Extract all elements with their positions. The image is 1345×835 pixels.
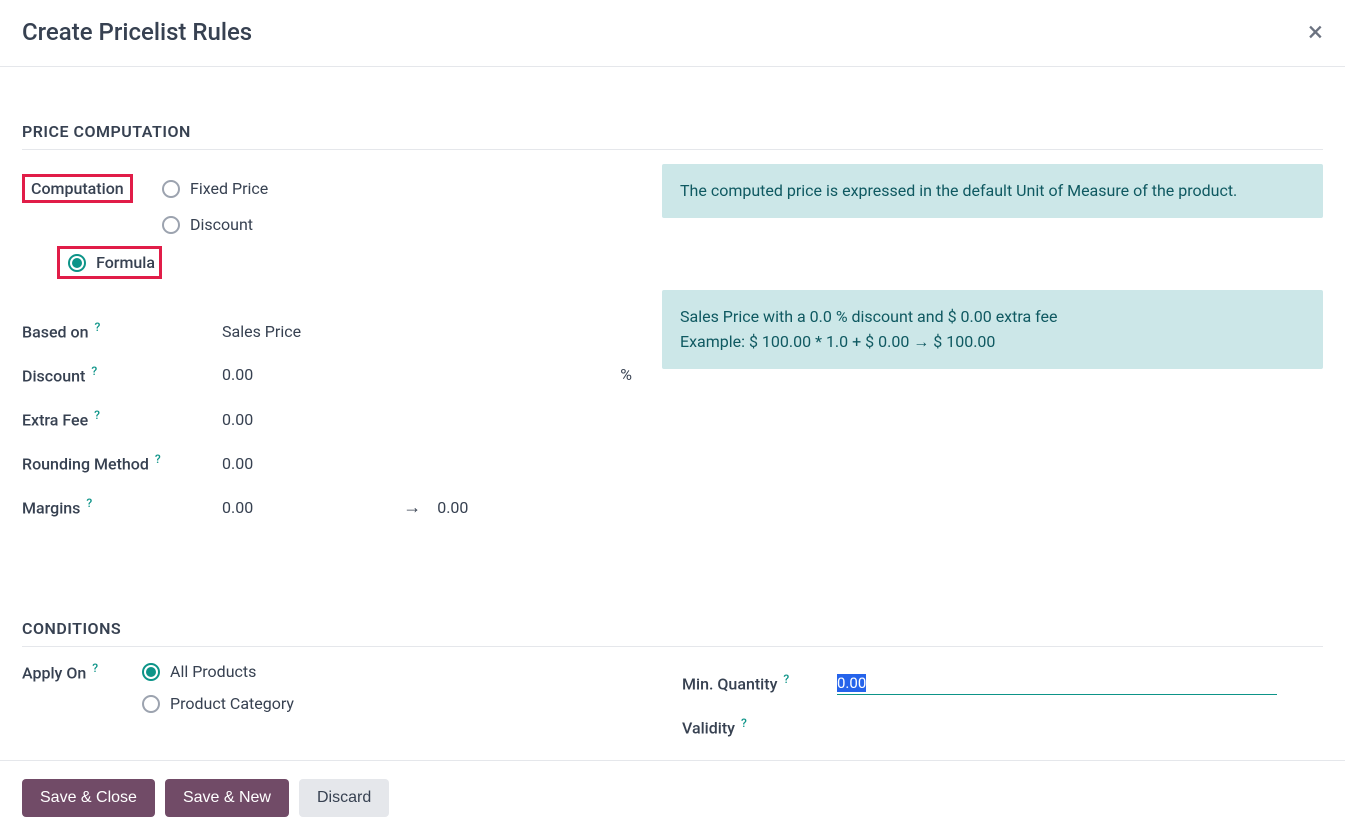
arrow-right-icon: → [403, 497, 421, 518]
min-quantity-label: Min. Quantity [682, 675, 777, 694]
radio-all-products[interactable]: All Products [142, 662, 256, 681]
info-example-line2: Example: $ 100.00 * 1.0 + $ 0.00 → $ 100… [680, 329, 1305, 355]
rounding-label: Rounding Method [22, 455, 149, 474]
field-validity: Validity ? [682, 705, 1323, 749]
modal-title: Create Pricelist Rules [22, 18, 252, 46]
margins-to[interactable]: 0.00 [437, 498, 468, 517]
radio-product-category[interactable]: Product Category [142, 694, 294, 713]
info-box-example: Sales Price with a 0.0 % discount and $ … [662, 290, 1323, 369]
help-icon[interactable]: ? [86, 496, 92, 510]
radio-circle-icon [142, 695, 160, 713]
apply-on-label: Apply On [22, 663, 86, 682]
radio-discount[interactable]: Discount [162, 215, 253, 234]
radio-formula[interactable]: Formula [68, 253, 155, 272]
based-on-value[interactable]: Sales Price [222, 322, 301, 341]
radio-fixed-price[interactable]: Fixed Price [162, 179, 268, 198]
field-extra-fee: Extra Fee ? 0.00 [22, 397, 642, 441]
margins-from[interactable]: 0.00 [222, 498, 253, 517]
modal-header: Create Pricelist Rules × [0, 0, 1345, 67]
discount-label: Discount [22, 367, 85, 386]
info-example-line1: Sales Price with a 0.0 % discount and $ … [680, 304, 1305, 330]
help-icon[interactable]: ? [94, 408, 100, 422]
field-discount: Discount ? 0.00 % [22, 353, 642, 397]
radio-circle-checked-icon [68, 254, 86, 272]
help-icon[interactable]: ? [155, 452, 161, 466]
radio-fixed-price-label: Fixed Price [190, 179, 268, 198]
field-based-on: Based on ? Sales Price [22, 309, 642, 353]
radio-circle-icon [162, 180, 180, 198]
extra-fee-value[interactable]: 0.00 [222, 410, 253, 429]
min-quantity-value: 0.00 [837, 674, 866, 692]
section-price-computation-title: Price Computation [22, 122, 1323, 150]
based-on-label: Based on [22, 323, 89, 342]
discount-value[interactable]: 0.00 [222, 365, 253, 384]
help-icon[interactable]: ? [783, 672, 789, 686]
rounding-value[interactable]: 0.00 [222, 454, 253, 473]
radio-circle-icon [162, 216, 180, 234]
save-close-button[interactable]: Save & Close [22, 779, 155, 817]
discard-button[interactable]: Discard [299, 779, 389, 817]
min-quantity-input[interactable]: 0.00 [837, 672, 1277, 695]
save-new-button[interactable]: Save & New [165, 779, 289, 817]
field-margins: Margins ? 0.00 → 0.00 [22, 485, 642, 529]
section-conditions-title: Conditions [22, 619, 1323, 647]
formula-highlight: Formula [57, 246, 162, 279]
computation-radio-group: Computation Fixed Price Discount [22, 174, 642, 279]
modal-body: Price Computation Computation Fixed Pric… [0, 72, 1345, 749]
help-icon[interactable]: ? [92, 661, 98, 675]
help-icon[interactable]: ? [95, 320, 101, 334]
field-min-quantity: Min. Quantity ? 0.00 [682, 661, 1323, 705]
computation-label-highlight: Computation [22, 174, 133, 203]
help-icon[interactable]: ? [741, 716, 747, 730]
computation-label: Computation [31, 179, 124, 198]
extra-fee-label: Extra Fee [22, 411, 88, 430]
radio-discount-label: Discount [190, 215, 253, 234]
close-icon[interactable]: × [1308, 18, 1323, 46]
validity-label: Validity [682, 719, 735, 738]
radio-product-category-label: Product Category [170, 694, 294, 713]
field-rounding: Rounding Method ? 0.00 [22, 441, 642, 485]
modal-footer: Save & Close Save & New Discard [0, 760, 1345, 835]
info-box-uom: The computed price is expressed in the d… [662, 164, 1323, 218]
radio-all-products-label: All Products [170, 662, 256, 681]
margins-label: Margins [22, 499, 80, 518]
radio-circle-checked-icon [142, 663, 160, 681]
radio-formula-label: Formula [96, 253, 155, 272]
help-icon[interactable]: ? [91, 364, 97, 378]
discount-suffix: % [620, 365, 632, 384]
